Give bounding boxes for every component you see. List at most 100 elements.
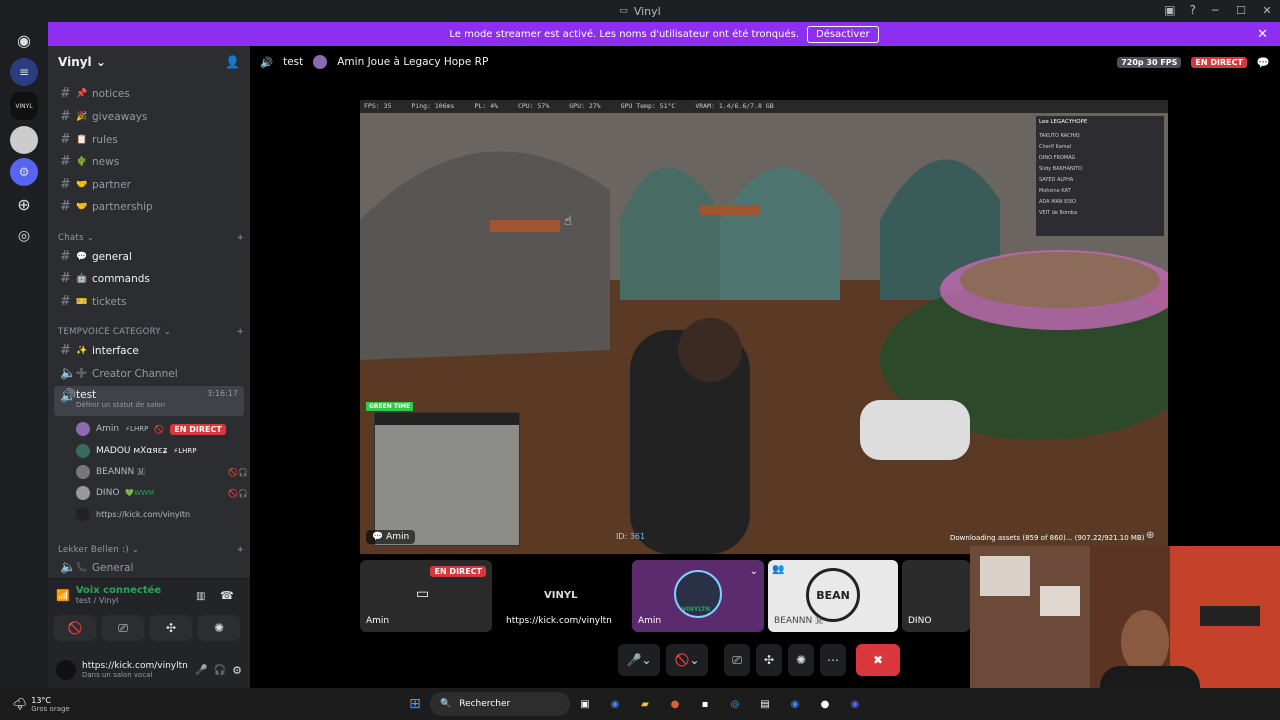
add-member-icon[interactable]: 👤 (225, 55, 240, 69)
disable-streamer-button[interactable]: Désactiver (807, 25, 879, 43)
channel-partnership[interactable]: # 🤝 partnership (54, 196, 244, 217)
channel-general[interactable]: # 💬 general (54, 246, 244, 267)
category-tempvoice[interactable]: TEMPVOICE CATEGORY ⌄ + (58, 327, 244, 337)
streamer-label: 💬 Amin (366, 530, 416, 544)
voice-member[interactable]: Amin ⚡LHRP 🚫 EN DIRECT (76, 419, 248, 439)
discord-taskbar-icon[interactable]: ◉ (846, 695, 864, 713)
stream-view[interactable]: FPS: 35 Ping: 106ms PL: 4% CPU: 57% GPU:… (360, 100, 1168, 554)
microphone-icon[interactable]: 🎤 (195, 665, 207, 676)
voice-status-label[interactable]: Voix connectée (76, 585, 162, 596)
windows-start-icon[interactable]: ⊞ (406, 695, 424, 713)
noise-suppression-icon[interactable]: ▥ (196, 591, 205, 602)
sparkle-icon: ✨ (76, 345, 88, 356)
voice-member[interactable]: MADOU мХαяεʑ ⚡LHRP (76, 441, 248, 461)
server-icon-4[interactable]: ⚙ (10, 158, 38, 186)
server-icon-1[interactable]: ≡ (10, 58, 38, 86)
channel-creator[interactable]: 🔈 ➕ Creator Channel (54, 363, 244, 384)
soundboard-button[interactable]: ✺ (198, 615, 240, 641)
streamer-mode-banner: Le mode streamer est activé. Les noms d'… (48, 22, 1280, 46)
chrome-icon[interactable]: ◉ (606, 695, 624, 713)
add-channel-icon[interactable]: + (237, 545, 244, 555)
user-name: https://kick.com/vinyltn (82, 661, 188, 671)
quality-badge: 720p 30 FPS (1117, 56, 1182, 68)
add-channel-icon[interactable]: + (237, 233, 244, 243)
call-controls: 🎤⌄ 🚫⌄ (618, 644, 708, 676)
server-icon-vinyl[interactable]: VINYL (10, 92, 38, 120)
activities-button[interactable]: ✣ (150, 615, 192, 641)
edge-icon[interactable]: ◎ (726, 695, 744, 713)
user-avatar[interactable] (56, 660, 76, 680)
more-options-button[interactable]: ⋯ (820, 644, 846, 676)
screen-share-button[interactable]: ⎚ (102, 615, 144, 641)
close-banner-icon[interactable]: ✕ (1257, 27, 1268, 42)
microphone-button[interactable]: 🎤⌄ (618, 644, 660, 676)
voice-member[interactable]: DINO 💚WWM 🚫🎧 (76, 483, 248, 503)
leave-call-button[interactable]: ✖ (856, 644, 900, 676)
channel-rules[interactable]: # 📋 rules (54, 129, 244, 150)
voice-member[interactable]: https://kick.com/vinyltn (76, 504, 248, 524)
participant-name: DINO (908, 616, 932, 626)
category-chats[interactable]: Chats ⌄ + (58, 233, 244, 243)
chrome-icon-2[interactable]: ◉ (786, 695, 804, 713)
discord-home-icon[interactable]: ◉ (10, 26, 38, 54)
channel-general-voice[interactable]: 🔈 📞 General (54, 557, 244, 578)
file-explorer-icon[interactable]: ▰ (636, 695, 654, 713)
screen-share-button[interactable]: ⎚ (724, 644, 750, 676)
hud-cpu: CPU: 57% (517, 102, 550, 110)
chevron-down-icon[interactable]: ⌄ (750, 566, 758, 577)
inbox-icon[interactable]: ▣ (1164, 3, 1175, 17)
channel-news[interactable]: # 🌵 news (54, 151, 244, 172)
taskbar-search[interactable]: 🔍 Rechercher (430, 692, 570, 716)
server-icon-3[interactable] (10, 126, 38, 154)
channel-giveaways[interactable]: # 🎉 giveaways (54, 106, 244, 127)
search-placeholder: Rechercher (459, 699, 511, 709)
voice-channel-test[interactable]: 🔊 test 3:16:17 Définir un statut de salon (54, 386, 244, 416)
voice-location[interactable]: test / Vinyl (76, 596, 162, 605)
channel-tickets[interactable]: # 🎫 tickets (54, 291, 244, 312)
screen-icon: ▭ (416, 586, 430, 602)
channel-label: giveaways (92, 110, 148, 123)
zoom-icon[interactable]: ⊕ (1146, 530, 1154, 541)
participant-tile[interactable]: VINYL https://kick.com/vinyltn (500, 560, 630, 632)
download-progress-text: Downloading assets (859 of 860)... (907.… (950, 534, 1145, 542)
help-icon[interactable]: ? (1190, 3, 1196, 17)
category-lekker[interactable]: Lekker Bellen :) ⌄ + (58, 545, 244, 555)
camera-button[interactable]: 🚫⌄ (666, 644, 708, 676)
channel-notices[interactable]: # 📌 notices (54, 83, 244, 104)
app-icon-orange[interactable]: ● (666, 695, 684, 713)
voice-member[interactable]: BEANNN 🇲 🚫🎧 (76, 462, 248, 482)
avatar (76, 507, 90, 521)
headphones-icon[interactable]: 🎧 (214, 665, 226, 676)
settings-gear-icon[interactable]: ⚙ (232, 664, 242, 677)
channel-label: rules (92, 133, 118, 146)
terminal-icon[interactable]: ▤ (756, 695, 774, 713)
weather-widget[interactable]: 🌩 13°C Gros orage (0, 696, 400, 713)
task-view-icon[interactable]: ▣ (576, 695, 594, 713)
channel-interface[interactable]: # ✨ interface (54, 340, 244, 361)
channel-emoji: 📌 (76, 88, 88, 99)
voice-status[interactable]: Définir un statut de salon (76, 401, 244, 409)
server-header[interactable]: Vinyl ⌄ 👤 (48, 46, 250, 78)
channel-partner[interactable]: # 🤝 partner (54, 174, 244, 195)
disconnect-icon[interactable]: ☎ (220, 589, 234, 602)
discover-icon[interactable]: ◎ (10, 222, 38, 250)
maximize-button[interactable]: ☐ (1228, 0, 1254, 22)
add-server-icon[interactable]: ⊕ (10, 190, 38, 218)
add-channel-icon[interactable]: + (237, 327, 244, 337)
close-window-button[interactable]: ✕ (1254, 0, 1280, 22)
channel-label: news (92, 155, 120, 168)
activities-button[interactable]: ✣ (756, 644, 782, 676)
vinyl-logo: VINYL (544, 590, 578, 601)
participant-tile[interactable]: VINYLTN Amin ⌄ (632, 560, 764, 632)
minimize-button[interactable]: ─ (1202, 0, 1228, 22)
soundboard-button[interactable]: ✺ (788, 644, 814, 676)
user-status: Dans un salon vocal (82, 671, 153, 679)
chat-icon[interactable]: 💬 (1257, 56, 1270, 69)
github-icon[interactable]: ● (816, 695, 834, 713)
participant-tile[interactable]: BEAN 👥 BEANNN 🇲 (768, 560, 898, 632)
app-icon-live[interactable]: ▪ (696, 695, 714, 713)
participant-tile[interactable]: DINO (902, 560, 970, 632)
participant-tile[interactable]: EN DIRECT ▭ Amin (360, 560, 492, 632)
camera-off-button[interactable]: 🚫 (54, 615, 96, 641)
channel-commands[interactable]: # 🤖 commands (54, 268, 244, 289)
